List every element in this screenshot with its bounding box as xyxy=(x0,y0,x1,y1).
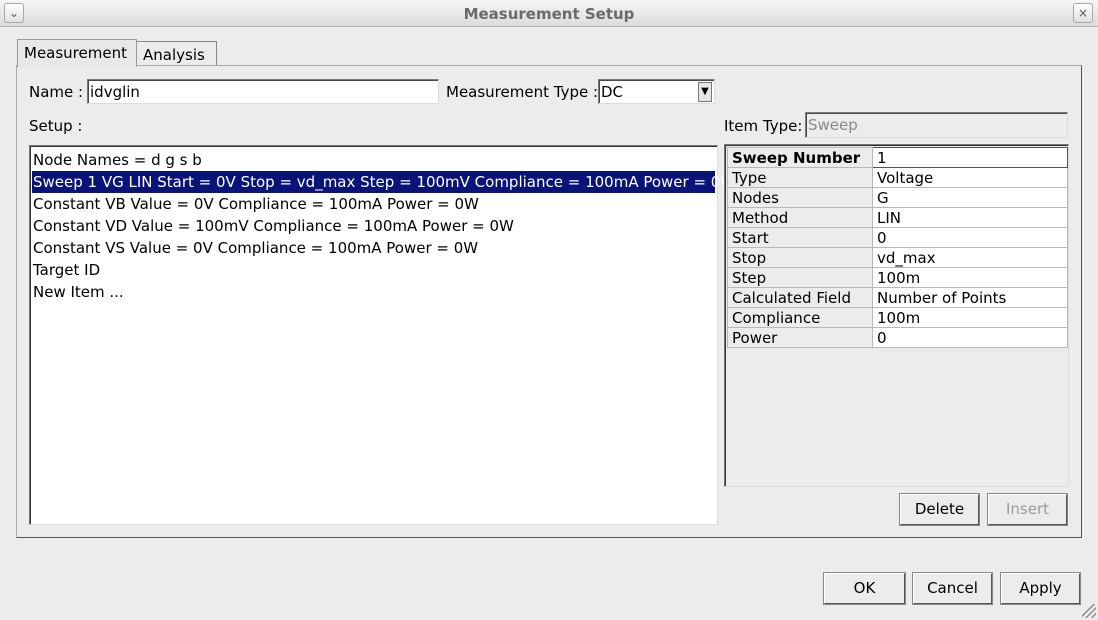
cancel-button[interactable]: Cancel xyxy=(912,572,993,605)
property-value[interactable]: 100m xyxy=(872,267,1068,288)
table-row[interactable]: Compliance 100m xyxy=(727,307,1068,328)
property-grid: Sweep Number 1 Type Voltage Nodes G Meth… xyxy=(724,144,1069,487)
resize-grip-icon[interactable] xyxy=(1082,604,1096,618)
window-title: Measurement Setup xyxy=(463,5,635,23)
insert-button[interactable]: Insert xyxy=(987,493,1068,526)
property-value[interactable]: LIN xyxy=(872,207,1068,228)
item-type-label: Item Type: xyxy=(724,117,803,135)
property-value[interactable]: 1 xyxy=(872,147,1068,168)
table-row[interactable]: Start 0 xyxy=(727,227,1068,248)
tab-measurement[interactable]: Measurement xyxy=(17,39,137,67)
property-value[interactable]: 100m xyxy=(872,307,1068,328)
table-row[interactable]: Sweep Number 1 xyxy=(727,147,1068,168)
list-item-sweep[interactable]: Sweep 1 VG LIN Start = 0V Stop = vd_max … xyxy=(32,171,735,193)
property-value[interactable]: 0 xyxy=(872,327,1068,348)
property-key: Type xyxy=(727,167,873,188)
measurement-type-select[interactable]: DC ▼ xyxy=(598,79,715,104)
property-table: Sweep Number 1 Type Voltage Nodes G Meth… xyxy=(727,147,1068,348)
name-input[interactable]: idvglin xyxy=(87,79,439,104)
name-label: Name : xyxy=(29,83,84,101)
chevron-down-icon[interactable]: ▼ xyxy=(698,82,712,102)
table-row[interactable]: Method LIN xyxy=(727,207,1068,228)
property-key: Power xyxy=(727,327,873,348)
tab-analysis-label: Analysis xyxy=(143,46,205,64)
property-key: Sweep Number xyxy=(727,147,873,168)
list-item-constant-vs[interactable]: Constant VS Value = 0V Compliance = 100m… xyxy=(32,237,715,259)
property-value[interactable]: Voltage xyxy=(872,167,1068,188)
property-key: Stop xyxy=(727,247,873,268)
list-item-target-id[interactable]: Target ID xyxy=(32,259,715,281)
setup-list[interactable]: Node Names = d g s b Sweep 1 VG LIN Star… xyxy=(29,145,735,525)
measurement-type-label: Measurement Type : xyxy=(446,83,599,101)
property-value[interactable]: 0 xyxy=(872,227,1068,248)
delete-button[interactable]: Delete xyxy=(899,493,980,526)
table-row[interactable]: Step 100m xyxy=(727,267,1068,288)
property-key: Step xyxy=(727,267,873,288)
table-row[interactable]: Nodes G xyxy=(727,187,1068,208)
ok-button[interactable]: OK xyxy=(823,572,906,605)
property-key: Start xyxy=(727,227,873,248)
property-key: Nodes xyxy=(727,187,873,208)
close-icon[interactable]: × xyxy=(1073,3,1093,23)
table-row[interactable]: Type Voltage xyxy=(727,167,1068,188)
property-value[interactable]: G xyxy=(872,187,1068,208)
property-key: Calculated Field xyxy=(727,287,873,308)
property-value[interactable]: vd_max xyxy=(872,247,1068,268)
property-value[interactable]: Number of Points xyxy=(872,287,1068,308)
title-bar: ⌄ Measurement Setup × xyxy=(0,0,1098,27)
setup-label: Setup : xyxy=(29,117,83,135)
list-item-constant-vd[interactable]: Constant VD Value = 100mV Compliance = 1… xyxy=(32,215,715,237)
property-key: Method xyxy=(727,207,873,228)
table-row[interactable]: Calculated Field Number of Points xyxy=(727,287,1068,308)
apply-button[interactable]: Apply xyxy=(1000,572,1081,605)
measurement-type-value: DC xyxy=(601,83,624,101)
item-type-field: Sweep xyxy=(805,112,1068,138)
list-item-node-names[interactable]: Node Names = d g s b xyxy=(32,149,715,171)
list-item-new-item[interactable]: New Item ... xyxy=(32,281,715,303)
list-item-constant-vb[interactable]: Constant VB Value = 0V Compliance = 100m… xyxy=(32,193,715,215)
property-key: Compliance xyxy=(727,307,873,328)
tab-analysis[interactable]: Analysis xyxy=(136,41,217,65)
table-row[interactable]: Stop vd_max xyxy=(727,247,1068,268)
table-row[interactable]: Power 0 xyxy=(727,327,1068,348)
tab-measurement-label: Measurement xyxy=(24,44,127,62)
